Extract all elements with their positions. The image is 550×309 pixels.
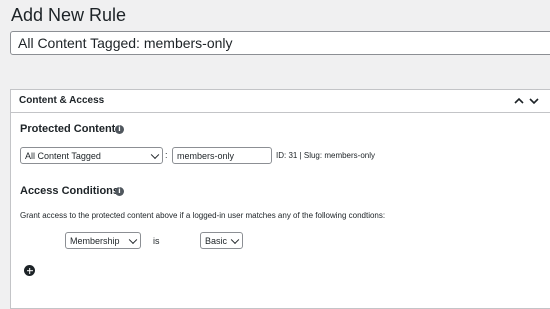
tag-input[interactable] <box>172 147 272 164</box>
chevron-up-icon[interactable] <box>512 94 526 108</box>
content-type-select[interactable]: All Content Tagged <box>20 147 163 164</box>
condition-value-select[interactable]: Basic <box>200 232 243 249</box>
tag-id-slug-info: ID: 31 | Slug: members-only <box>276 151 376 160</box>
rule-title-input[interactable] <box>10 31 550 55</box>
chevron-down-icon <box>150 150 160 159</box>
condition-type-select[interactable]: Membership <box>65 232 141 249</box>
access-conditions-description: Grant access to the protected content ab… <box>20 211 386 220</box>
page-title: Add New Rule <box>11 5 127 25</box>
condition-value-select-value: Basic <box>205 235 228 246</box>
chevron-down-icon[interactable] <box>527 94 541 108</box>
info-icon[interactable]: i <box>115 187 124 196</box>
separator-colon: : <box>165 150 168 160</box>
condition-operator: is <box>153 236 160 246</box>
condition-type-select-value: Membership <box>70 235 120 246</box>
info-icon[interactable]: i <box>115 125 124 134</box>
chevron-down-icon <box>230 235 240 244</box>
metabox-header: Content & Access <box>11 90 550 113</box>
access-conditions-heading: Access Conditions <box>20 185 120 197</box>
plus-circle-icon[interactable] <box>24 265 35 276</box>
chevron-down-icon <box>128 235 138 244</box>
metabox-title: Content & Access <box>19 95 105 106</box>
protected-content-heading: Protected Content <box>20 123 116 135</box>
content-access-metabox: Content & Access Protected Content i All… <box>10 89 550 309</box>
content-type-select-value: All Content Tagged <box>25 150 101 161</box>
